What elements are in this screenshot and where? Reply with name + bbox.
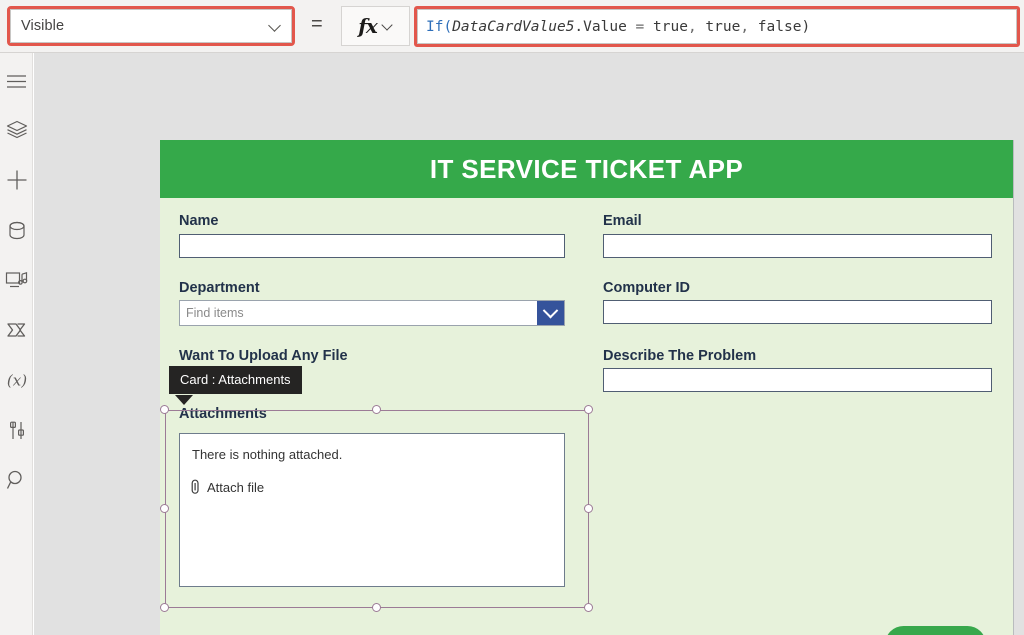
submit-button[interactable]: SUBMIT [885, 626, 986, 635]
search-icon [6, 469, 28, 491]
property-selector-highlight: Visible [7, 6, 295, 46]
formula-token-identifier: DataCardValue5 [452, 18, 575, 35]
left-icon-rail: (x) [0, 53, 33, 635]
formula-token-close-paren: ) [801, 18, 811, 35]
label-computer-id: Computer ID [603, 280, 690, 296]
hamburger-menu-icon [6, 74, 27, 89]
sidebar-item-menu[interactable] [0, 63, 33, 99]
label-department: Department [179, 280, 260, 296]
sidebar-item-power-automate[interactable] [0, 312, 33, 348]
formula-token-operator: = [626, 18, 654, 35]
selection-handle-top-right[interactable] [584, 405, 593, 414]
selection-handle-bottom-right[interactable] [584, 603, 593, 612]
attachments-control[interactable]: There is nothing attached. Attach file [179, 433, 565, 587]
paperclip-icon [190, 479, 201, 495]
selection-handle-bottom-left[interactable] [160, 603, 169, 612]
sidebar-item-media[interactable] [0, 262, 33, 298]
chevron-down-icon [382, 21, 393, 32]
formula-input[interactable]: If(DataCardValue5 .Value = true, true, fa… [417, 9, 1017, 44]
sidebar-item-variables[interactable]: (x) [0, 362, 33, 398]
formula-token-arg1: true [653, 18, 688, 35]
power-automate-icon [5, 320, 29, 340]
chevron-down-icon [269, 20, 281, 32]
formula-token-property: .Value [574, 18, 627, 35]
selection-handle-middle-right[interactable] [584, 504, 593, 513]
sidebar-item-tools[interactable] [0, 412, 33, 448]
input-department-combobox[interactable]: Find items [179, 300, 565, 326]
selection-handle-middle-left[interactable] [160, 504, 169, 513]
formula-token-arg2: true [705, 18, 741, 35]
variables-x-icon: (x) [4, 369, 30, 391]
app-canvas[interactable]: IT SERVICE TICKET APP Name Department Fi… [34, 53, 1024, 635]
formula-input-highlight: If(DataCardValue5 .Value = true, true, fa… [414, 6, 1020, 47]
property-selector-dropdown[interactable]: Visible [10, 9, 292, 43]
app-title: IT SERVICE TICKET APP [429, 153, 744, 184]
attachments-empty-text: There is nothing attached. [192, 447, 343, 462]
label-name: Name [179, 213, 219, 229]
fx-label: fx [358, 14, 378, 38]
input-name[interactable] [179, 234, 565, 258]
database-data-icon [8, 220, 26, 241]
selection-handle-bottom-center[interactable] [372, 603, 381, 612]
formula-token-separator2: , [740, 18, 758, 35]
formula-token-separator1: , [687, 18, 706, 35]
selection-handle-top-left[interactable] [160, 405, 169, 414]
label-want-to-upload-any-file: Want To Upload Any File [179, 348, 348, 364]
selection-tooltip: Card : Attachments [169, 366, 302, 394]
sidebar-item-tree-view[interactable] [0, 111, 33, 147]
app-header-banner: IT SERVICE TICKET APP [160, 140, 1013, 198]
plus-insert-icon [6, 169, 28, 191]
sidebar-item-data[interactable] [0, 212, 33, 248]
chevron-down-icon[interactable] [537, 301, 564, 325]
attach-file-link[interactable]: Attach file [190, 479, 264, 495]
label-attachments: Attachments [179, 406, 267, 422]
sidebar-item-search[interactable] [0, 462, 33, 498]
department-placeholder: Find items [186, 306, 244, 320]
tools-settings-icon [7, 420, 27, 441]
layers-tree-view-icon [6, 120, 28, 139]
equals-sign: = [311, 13, 323, 35]
input-describe-the-problem[interactable] [603, 368, 992, 392]
label-email: Email [603, 213, 642, 229]
selection-handle-top-center[interactable] [372, 405, 381, 414]
label-describe-the-problem: Describe The Problem [603, 348, 757, 364]
property-selector-value: Visible [21, 18, 65, 34]
svg-text:(x): (x) [6, 372, 26, 390]
selection-tooltip-tail [175, 395, 193, 405]
attach-file-label: Attach file [207, 479, 265, 495]
formula-token-arg3: false [757, 18, 802, 35]
fx-button[interactable]: fx [341, 6, 410, 46]
formula-token-function: If( [426, 18, 453, 35]
sidebar-item-insert[interactable] [0, 162, 33, 198]
formula-bar: Visible = fx If(DataCardValue5 .Value = t… [0, 0, 1024, 53]
powerapps-studio-window: Visible = fx If(DataCardValue5 .Value = t… [0, 0, 1024, 635]
input-email[interactable] [603, 234, 992, 258]
input-computer-id[interactable] [603, 300, 992, 324]
media-icon [5, 270, 29, 290]
